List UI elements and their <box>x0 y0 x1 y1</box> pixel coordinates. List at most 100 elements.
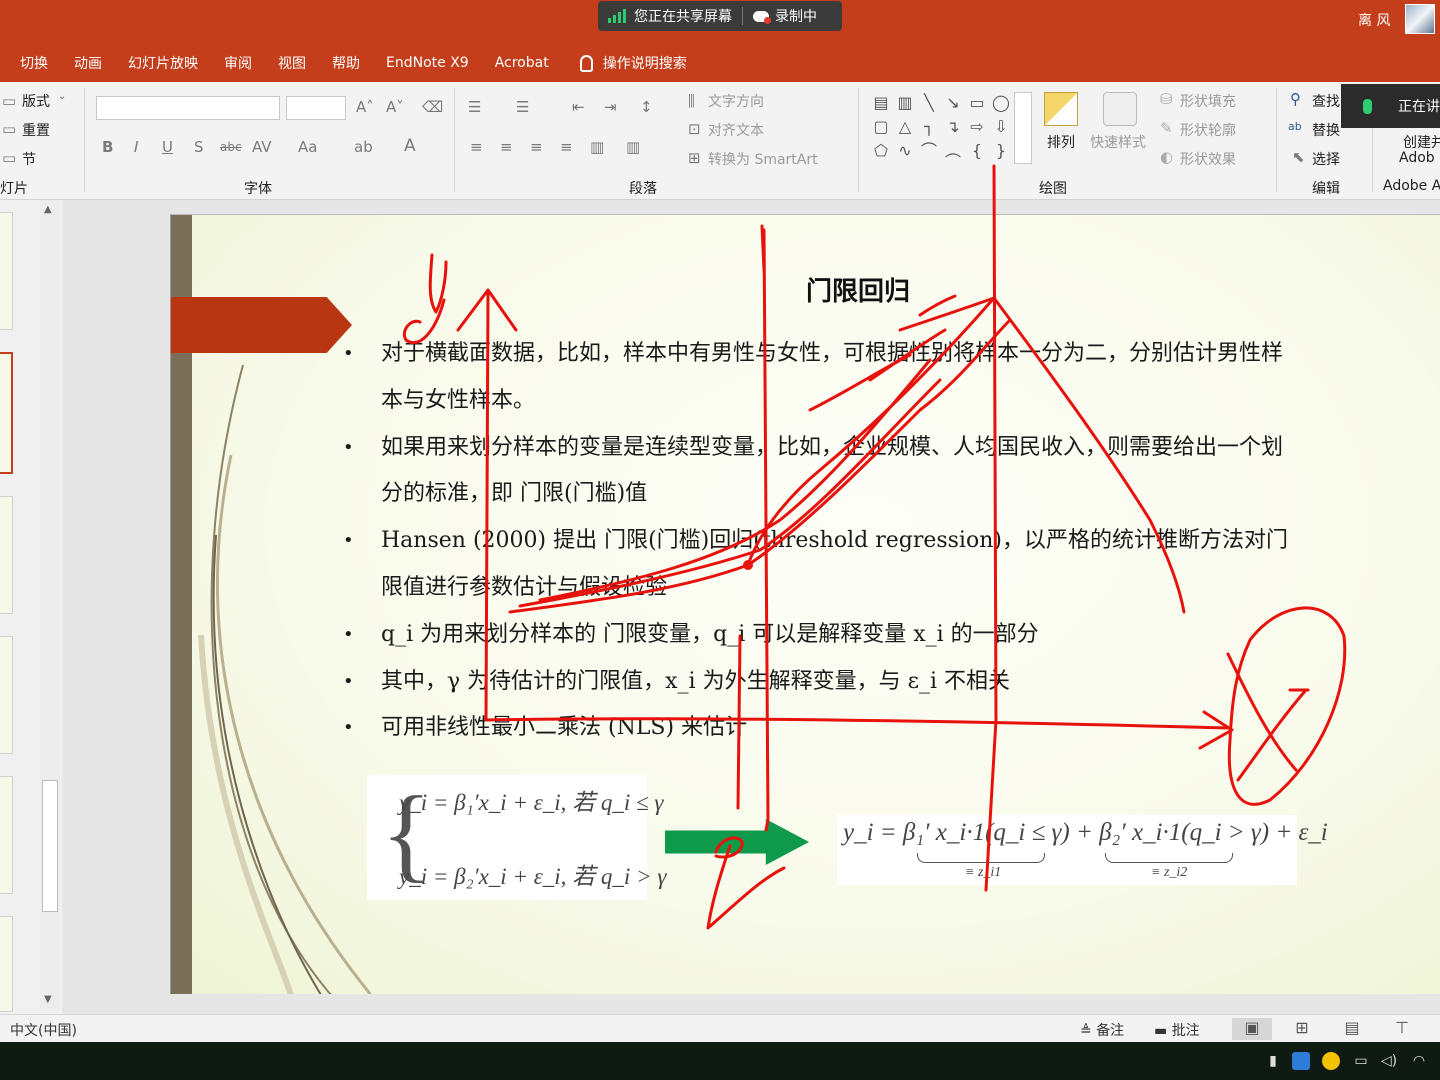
font-name-combo[interactable] <box>96 96 280 120</box>
line-shape-icon[interactable]: ╲ <box>918 92 940 116</box>
bullets-icon[interactable]: ☰ <box>468 98 481 116</box>
align-center-icon[interactable]: ≡ <box>500 138 513 156</box>
tab-view[interactable]: 视图 <box>265 53 319 73</box>
user-name[interactable]: 离 风 <box>1358 10 1390 30</box>
curve-shape-icon[interactable]: ︵ <box>942 140 964 164</box>
italic-icon[interactable]: I <box>134 138 138 156</box>
arrange-button[interactable]: 排列 <box>1047 132 1075 152</box>
volume-icon[interactable]: ◁) <box>1380 1052 1398 1070</box>
scroll-up-icon[interactable]: ▲ <box>44 204 52 215</box>
change-case-icon[interactable]: Aa <box>298 138 317 156</box>
shrink-font-icon[interactable]: A˅ <box>386 98 404 116</box>
notes-button[interactable]: ≜ 备注 <box>1080 1020 1124 1040</box>
char-spacing-icon[interactable]: AV <box>252 138 272 156</box>
vtextbox-shape-icon[interactable]: ▥ <box>894 92 916 116</box>
slideshow-view-icon[interactable]: ⊤ <box>1382 1018 1422 1040</box>
arrow-line-shape-icon[interactable]: ↘ <box>942 92 964 116</box>
slide-sorter-icon[interactable]: ⊞ <box>1282 1018 1322 1040</box>
slide-thumbnail[interactable] <box>0 776 13 894</box>
replace-button[interactable]: 替换 <box>1312 120 1340 140</box>
triangle-shape-icon[interactable]: △ <box>894 116 916 140</box>
underline-icon[interactable]: U <box>162 138 173 156</box>
normal-view-icon[interactable]: ▣ <box>1232 1018 1272 1040</box>
green-arrow-shape[interactable] <box>665 819 809 865</box>
slide-thumbnail[interactable] <box>0 636 13 754</box>
scrollbar-thumb[interactable] <box>42 780 58 912</box>
text-direction-button[interactable]: 文字方向 <box>708 91 764 111</box>
thumbnails-scrollbar[interactable]: ▲ ▼ <box>40 200 60 1012</box>
convert-smartart-button[interactable]: 转换为 SmartArt <box>708 149 818 169</box>
language-indicator[interactable]: 中文(中国) <box>10 1020 77 1040</box>
align-left-icon[interactable]: ≡ <box>470 138 483 156</box>
strikethrough-icon[interactable]: abc <box>220 140 242 154</box>
justify-icon[interactable]: ≡ <box>560 138 573 156</box>
tab-help[interactable]: 帮助 <box>319 53 373 73</box>
microphone-tray-icon[interactable]: ▮ <box>1264 1052 1282 1070</box>
find-button[interactable]: 查找 <box>1312 91 1340 111</box>
screen-share-pill[interactable]: 您正在共享屏幕 录制中 <box>598 1 842 31</box>
adobe-pdf-label[interactable]: Adob <box>1399 150 1435 166</box>
scroll-down-icon[interactable]: ▼ <box>44 994 52 1005</box>
meeting-app-icon[interactable] <box>1292 1052 1310 1070</box>
scribble-shape-icon[interactable]: ∿ <box>894 140 916 164</box>
reset-button[interactable]: 重置 <box>22 120 50 140</box>
right-arrow-shape-icon[interactable]: ⇨ <box>966 116 988 140</box>
clear-format-icon[interactable]: ⌫ <box>422 98 443 116</box>
tab-endnote[interactable]: EndNote X9 <box>373 55 482 71</box>
wifi-icon[interactable]: ◠ <box>1410 1052 1428 1070</box>
recording-status[interactable]: 录制中 <box>743 1 827 31</box>
elbow-arrow-shape-icon[interactable]: ↴ <box>942 116 964 140</box>
line-spacing-icon[interactable]: ↕ <box>640 98 653 116</box>
oval-shape-icon[interactable]: ◯ <box>990 92 1012 116</box>
rounded-rect-shape-icon[interactable]: ▢ <box>870 116 892 140</box>
comments-button[interactable]: ▬ 批注 <box>1154 1020 1200 1040</box>
slide-thumbnail[interactable] <box>0 916 13 1012</box>
distributed-icon[interactable]: ▥ <box>590 138 604 156</box>
highlight-icon[interactable]: ab <box>354 138 373 156</box>
brace-left-shape-icon[interactable]: { <box>966 140 988 164</box>
arc-shape-icon[interactable]: ⌒ <box>918 140 940 164</box>
shape-outline-button[interactable]: 形状轮廓 <box>1180 120 1236 140</box>
grow-font-icon[interactable]: A˄ <box>356 98 374 116</box>
tab-acrobat[interactable]: Acrobat <box>482 55 562 71</box>
select-button[interactable]: 选择 <box>1312 149 1340 169</box>
shape-fill-button[interactable]: 形状填充 <box>1180 91 1236 111</box>
reading-view-icon[interactable]: ▤ <box>1332 1018 1372 1040</box>
avatar[interactable] <box>1405 4 1435 34</box>
share-screen-status[interactable]: 您正在共享屏幕 <box>598 1 742 31</box>
layout-button[interactable]: 版式 <box>22 91 50 111</box>
shape-effects-button[interactable]: 形状效果 <box>1180 149 1236 169</box>
slide-thumbnail-active[interactable] <box>0 352 13 474</box>
create-pdf-button[interactable]: 创建并 <box>1403 132 1440 152</box>
quick-styles-button[interactable]: 快速样式 <box>1090 132 1146 152</box>
align-right-icon[interactable]: ≡ <box>530 138 543 156</box>
down-arrow-shape-icon[interactable]: ⇩ <box>990 116 1012 140</box>
font-size-combo[interactable] <box>286 96 346 120</box>
tab-slideshow[interactable]: 幻灯片放映 <box>115 53 211 73</box>
freeform-shape-icon[interactable]: ⬠ <box>870 140 892 164</box>
slide-canvas[interactable]: 门限回归 对于横截面数据，比如，样本中有男性与女性，可根据性别将样本一分为二，分… <box>170 214 1440 994</box>
decrease-indent-icon[interactable]: ⇤ <box>572 98 585 116</box>
shadow-icon[interactable]: S <box>194 138 204 156</box>
slide-thumbnail[interactable] <box>0 212 13 330</box>
bullet-list[interactable]: 对于横截面数据，比如，样本中有男性与女性，可根据性别将样本一分为二，分别估计男性… <box>343 331 1303 752</box>
columns-icon[interactable]: ▥ <box>626 138 640 156</box>
speaking-indicator[interactable]: 正在讲 <box>1341 84 1440 128</box>
tab-review[interactable]: 审阅 <box>211 53 265 73</box>
elbow-shape-icon[interactable]: ┐ <box>918 116 940 140</box>
align-text-button[interactable]: 对齐文本 <box>708 120 764 140</box>
combined-equation[interactable]: y_i = β₁′ x_i·1(q_i ≤ γ) + β₂′ x_i·1(q_i… <box>837 815 1328 885</box>
rectangle-shape-icon[interactable]: ▭ <box>966 92 988 116</box>
tab-animations[interactable]: 动画 <box>61 53 115 73</box>
brace-right-shape-icon[interactable]: } <box>990 140 1012 164</box>
section-button[interactable]: 节 <box>22 149 36 169</box>
slide-title[interactable]: 门限回归 <box>806 271 910 308</box>
piecewise-equation[interactable]: { y_i = β₁′x_i + ε_i, 若 q_i ≤ γ y_i = β₂… <box>367 775 666 900</box>
battery-icon[interactable]: ▭ <box>1352 1052 1370 1070</box>
increase-indent-icon[interactable]: ⇥ <box>604 98 617 116</box>
shape-gallery[interactable]: ▤ ▥ ╲ ↘ ▭ ◯ ▢ △ ┐ ↴ ⇨ ⇩ ⬠ ∿ ⌒ ︵ { } <box>870 92 1010 164</box>
textbox-shape-icon[interactable]: ▤ <box>870 92 892 116</box>
slide-thumbnail[interactable] <box>0 496 13 614</box>
security-app-icon[interactable] <box>1322 1052 1340 1070</box>
numbering-icon[interactable]: ☰ <box>516 98 529 116</box>
